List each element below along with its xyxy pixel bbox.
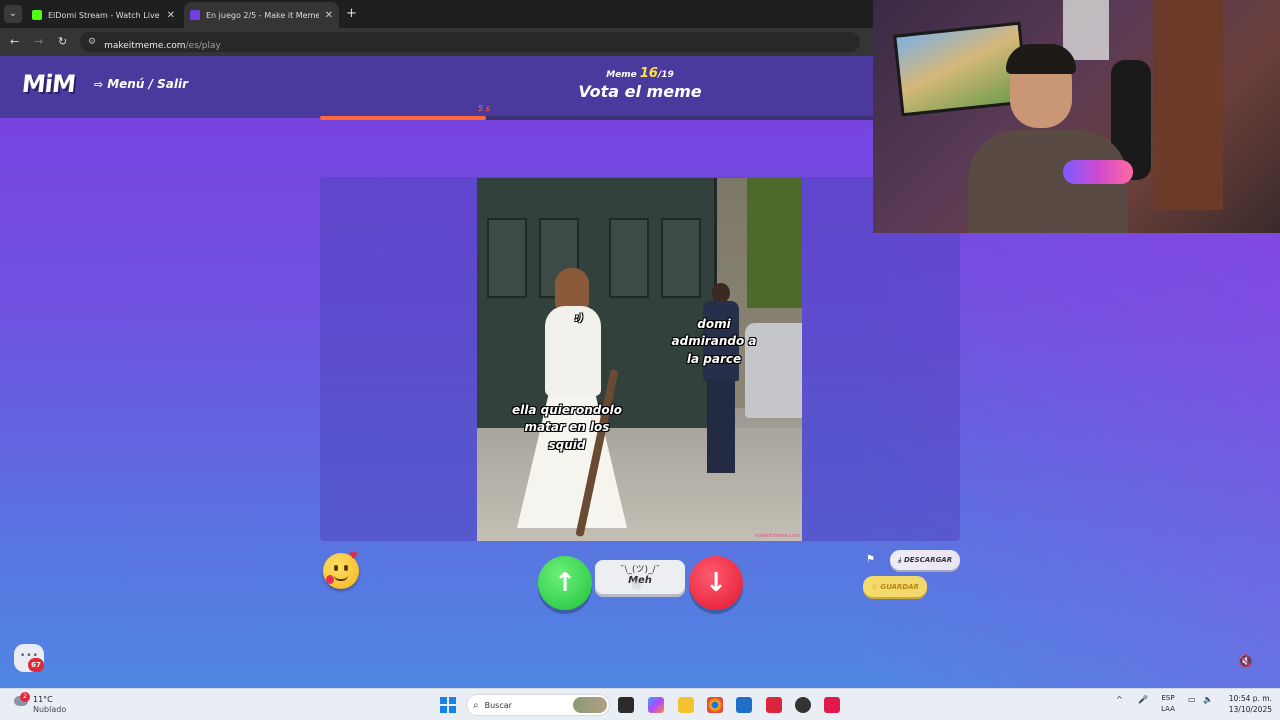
address-bar[interactable]: ⚙ makeitmeme.com/es/play xyxy=(80,32,860,52)
menu-exit-label: Menú / Salir xyxy=(107,77,189,91)
chrome-icon[interactable] xyxy=(707,697,723,713)
caption-smiley: :) xyxy=(574,313,584,324)
lang-layout: LAA xyxy=(1161,705,1175,713)
timer-progress-bar xyxy=(320,116,960,120)
tab-search-button[interactable]: ⌄ xyxy=(4,5,22,23)
back-arrow-icon[interactable]: ← xyxy=(10,35,19,48)
meme-counter: Meme 16/19 xyxy=(540,66,740,81)
timer-progress-fill xyxy=(320,116,487,120)
streamer-hair xyxy=(1006,44,1076,74)
save-button[interactable]: ☆ GUARDAR xyxy=(863,576,927,597)
windows-start-icon[interactable] xyxy=(440,697,456,713)
downvote-button[interactable]: ↓ xyxy=(689,556,743,610)
emoji-mouth xyxy=(334,575,348,581)
mim-favicon-icon xyxy=(190,10,200,20)
search-placeholder: Buscar xyxy=(484,700,512,710)
weather-badge: 2 xyxy=(20,692,30,702)
menu-exit-link[interactable]: ⇨ Menú / Salir xyxy=(94,77,188,91)
reload-icon[interactable]: ↻ xyxy=(58,35,67,48)
clock-time: 10:54 p. m. xyxy=(1228,694,1272,703)
chat-button[interactable]: ••• 67 xyxy=(14,644,44,672)
webcam-door xyxy=(1153,0,1223,210)
network-icon[interactable]: ▭ xyxy=(1188,695,1196,704)
tab-title: En juego 2/5 - Make it Meme xyxy=(206,10,319,20)
kick-favicon-icon xyxy=(32,10,42,20)
groom-figure xyxy=(703,283,739,473)
bride-figure xyxy=(517,268,627,537)
exit-icon: ⇨ xyxy=(94,77,104,91)
emoji-eye xyxy=(344,565,348,571)
download-label: DESCARGAR xyxy=(903,556,953,564)
windows-taskbar: 2 11°C Nublado ⌕ Buscar ^ 🎤 ESP LAA ▭ 🔈 … xyxy=(0,688,1280,720)
meme-counter-label: Meme xyxy=(606,70,637,80)
hand-cursor-icon: ☝ xyxy=(632,576,641,592)
webcam-microphone xyxy=(1063,160,1133,184)
groom-head xyxy=(712,283,730,303)
tree xyxy=(747,178,802,308)
emoji-cheek xyxy=(326,575,334,584)
xbox-icon[interactable] xyxy=(766,697,782,713)
download-icon: ⤓ xyxy=(897,555,901,564)
shrug-emoticon: ¯\_(ツ)_/¯ xyxy=(619,565,661,575)
arrow-up-icon: ↑ xyxy=(554,568,576,598)
search-icon: ⌕ xyxy=(473,699,479,711)
page-title: Vota el meme xyxy=(578,82,702,101)
download-button[interactable]: ⤓ DESCARGAR xyxy=(890,550,960,570)
file-explorer-icon[interactable] xyxy=(678,697,694,713)
tab-eldomi-stream[interactable]: ElDomi Stream - Watch Live on ✕ xyxy=(26,2,181,28)
task-view-icon[interactable] xyxy=(618,697,634,713)
site-info-icon[interactable]: ⚙ xyxy=(88,37,96,47)
door-window xyxy=(661,218,701,298)
heart-icon: ♥ xyxy=(349,551,358,562)
emoji-eye xyxy=(334,565,338,571)
tiktok-icon[interactable] xyxy=(824,697,840,713)
volume-icon[interactable]: 🔈 xyxy=(1203,695,1213,704)
taskbar-search[interactable]: ⌕ Buscar xyxy=(466,694,610,716)
clock[interactable]: 10:54 p. m. 13/10/2025 xyxy=(1222,693,1272,715)
report-flag-icon[interactable]: ⚑ xyxy=(866,554,875,565)
meme-current: 16 xyxy=(639,66,658,81)
webcam-overlay xyxy=(873,0,1280,233)
store-icon[interactable] xyxy=(736,697,752,713)
weather-widget[interactable]: 2 11°C Nublado xyxy=(14,692,74,718)
close-tab-icon[interactable]: ✕ xyxy=(167,10,175,21)
tab-title: ElDomi Stream - Watch Live on xyxy=(48,10,161,20)
star-icon: ☆ xyxy=(871,582,878,591)
url-domain: makeitmeme.com xyxy=(104,40,186,51)
copilot-icon[interactable] xyxy=(648,697,664,713)
tab-make-it-meme[interactable]: En juego 2/5 - Make it Meme ✕ xyxy=(184,2,339,28)
mim-logo[interactable]: MiM xyxy=(21,70,77,98)
lang-code: ESP xyxy=(1161,694,1175,702)
emoji-reaction-button[interactable]: ♥ xyxy=(323,551,359,589)
close-tab-icon[interactable]: ✕ xyxy=(325,10,333,21)
timer-text: 5 s xyxy=(478,104,490,113)
url-path: /es/play xyxy=(185,40,221,51)
upvote-button[interactable]: ↑ xyxy=(538,556,592,610)
streamer xyxy=(968,40,1128,233)
groom-legs xyxy=(707,379,735,473)
microphone-icon[interactable]: 🎤 xyxy=(1138,695,1148,704)
weather-desc: Nublado xyxy=(33,705,67,714)
obs-icon[interactable] xyxy=(795,697,811,713)
arrow-down-icon: ↓ xyxy=(705,568,727,598)
caption-groom: domi admirando a la parce xyxy=(671,317,757,366)
meme-image: :) domi admirando a la parce ella quiero… xyxy=(477,178,802,541)
chevron-up-icon[interactable]: ^ xyxy=(1116,695,1123,704)
sound-mute-icon[interactable]: 🔇 xyxy=(1238,654,1253,668)
search-highlight-icon xyxy=(573,697,607,713)
language-indicator[interactable]: ESP LAA xyxy=(1158,693,1178,715)
new-tab-button[interactable]: + xyxy=(346,6,357,21)
caption-bride: ella quierondolo matar en los squid xyxy=(512,403,622,452)
meme-total: /19 xyxy=(657,70,674,80)
clock-date: 13/10/2025 xyxy=(1228,705,1272,714)
save-label: GUARDAR xyxy=(880,582,919,591)
forward-arrow-icon[interactable]: → xyxy=(34,35,43,48)
weather-temp: 11°C xyxy=(33,695,53,704)
chat-count-badge: 67 xyxy=(28,658,44,672)
meme-watermark: makeitmeme.com xyxy=(754,533,800,539)
